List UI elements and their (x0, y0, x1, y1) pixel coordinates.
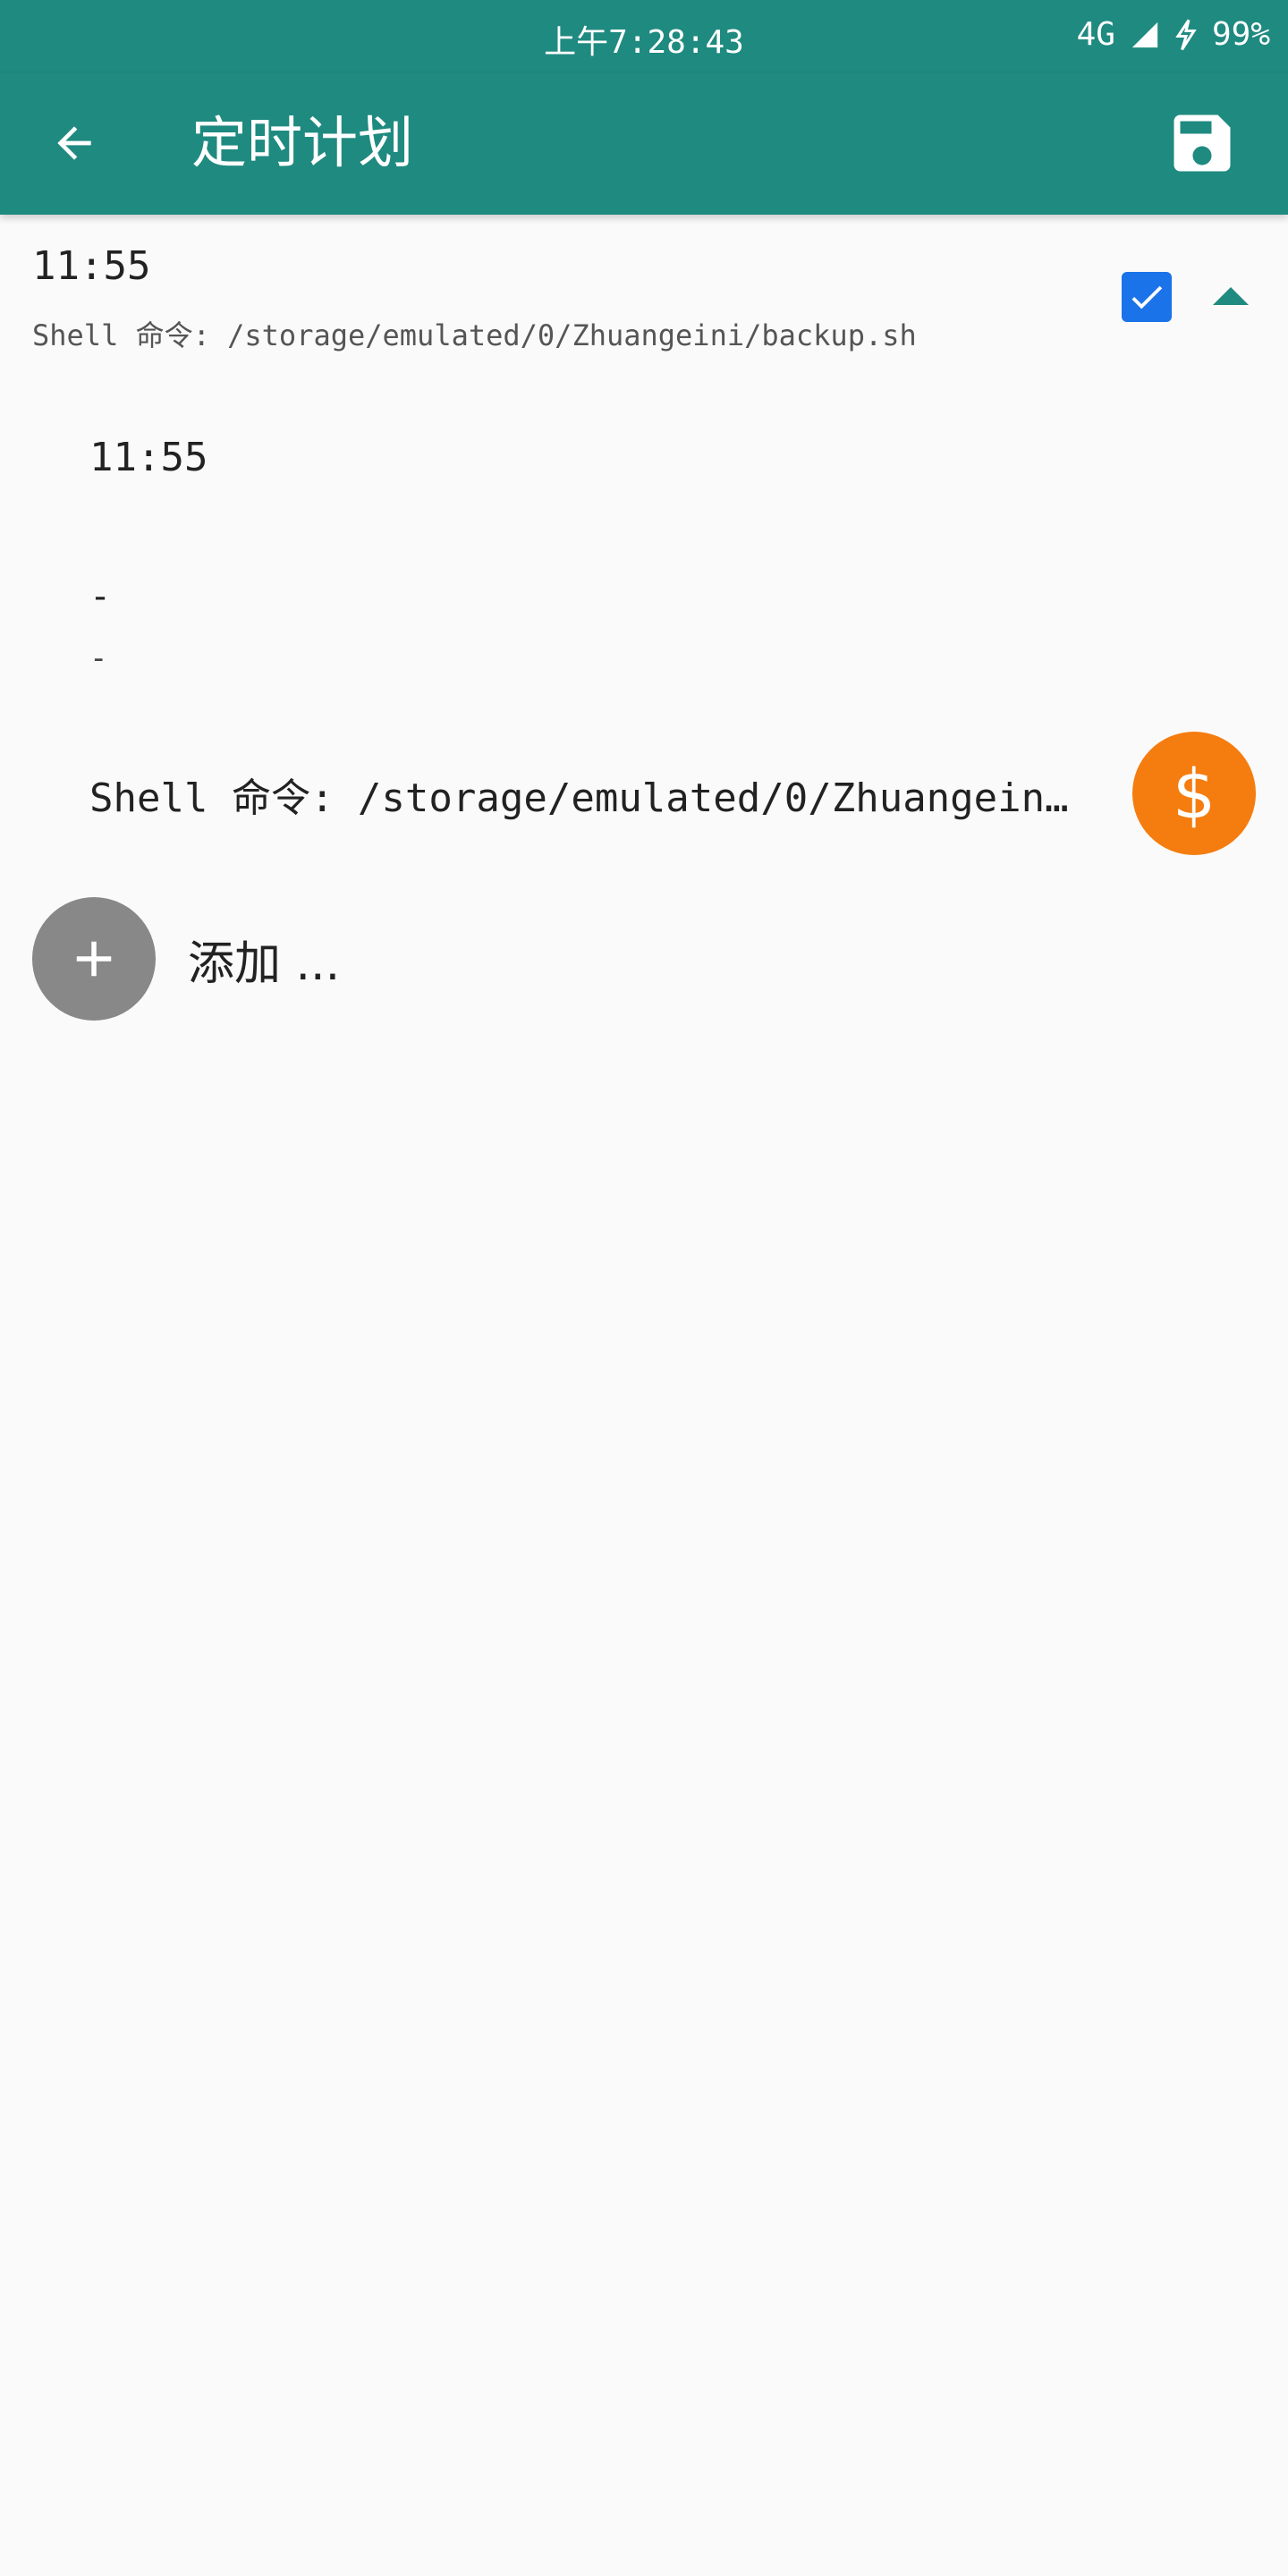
caret-up-icon (1213, 287, 1249, 305)
add-circle (32, 897, 156, 1021)
collapse-button[interactable] (1204, 274, 1258, 318)
app-root: 上午7:28:43 4G 99% 定时计划 11:55 Shell 命令: /s… (0, 0, 1288, 2576)
detail-time-field[interactable]: 11:55 (89, 435, 208, 480)
detail-command-field[interactable]: Shell 命令: /storage/emulated/0/Zhuangeini… (89, 766, 1088, 823)
detail-dash-secondary[interactable]: - (89, 640, 107, 676)
schedule-command-summary[interactable]: Shell 命令: /storage/emulated/0/Zhuangeini… (32, 313, 917, 354)
check-icon (1131, 285, 1163, 309)
save-button[interactable] (1161, 102, 1243, 184)
status-bar: 上午7:28:43 4G 99% (0, 0, 1288, 73)
page-title: 定时计划 (191, 110, 414, 175)
add-schedule-button[interactable]: 添加 ... (32, 896, 340, 1021)
network-type: 4G (1076, 16, 1115, 53)
detail-dash-primary[interactable]: - (89, 576, 111, 617)
app-bar: 定时计划 (0, 73, 1288, 215)
back-button[interactable] (36, 100, 113, 186)
status-indicators: 4G 99% (1077, 16, 1270, 53)
arrow-left-icon (57, 126, 91, 160)
dollar-icon: $ (1172, 753, 1216, 834)
enable-checkbox[interactable] (1122, 272, 1172, 322)
add-label: 添加 ... (188, 936, 341, 991)
signal-icon (1131, 21, 1158, 47)
shell-command-button[interactable]: $ (1132, 732, 1256, 855)
battery-level: 99% (1211, 16, 1270, 53)
save-icon (1174, 114, 1231, 172)
plus-icon (76, 941, 112, 977)
bolt-icon (1175, 19, 1197, 50)
schedule-time[interactable]: 11:55 (32, 243, 150, 289)
